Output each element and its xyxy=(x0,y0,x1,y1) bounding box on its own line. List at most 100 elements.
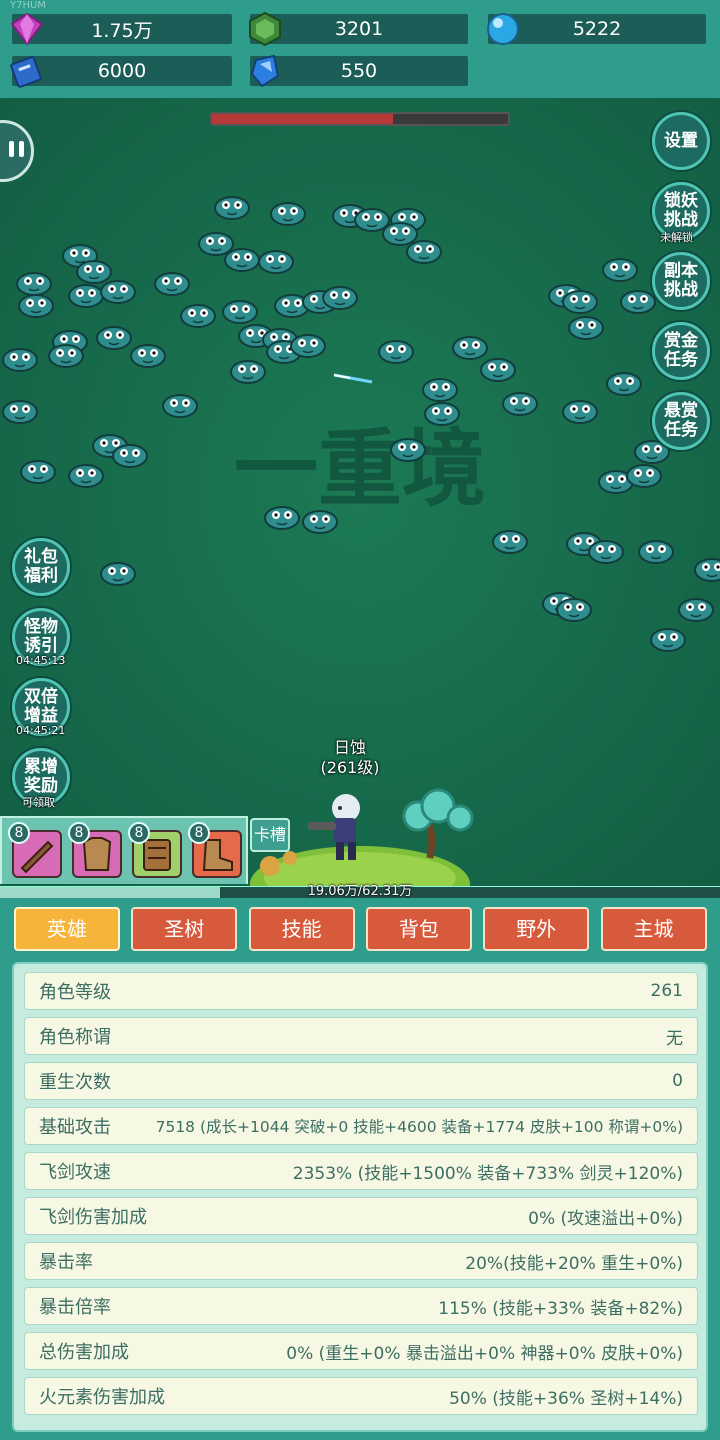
jade-counter: 3201 xyxy=(249,11,468,47)
lock-demon-label-2: 挑战 xyxy=(664,210,698,230)
settings-label: 设置 xyxy=(664,130,698,151)
lure-timer: 04:45:13 xyxy=(16,654,66,667)
tab-main-city[interactable]: 主城 xyxy=(600,907,707,951)
hero-sprite xyxy=(308,794,360,860)
slime-monster-icon xyxy=(626,464,662,488)
stat-row: 重生次数 0 xyxy=(24,1062,698,1100)
slime-monster-icon xyxy=(650,628,686,652)
stat-row: 角色等级 261 xyxy=(24,972,698,1010)
hero-nameplate: 日蚀 (261级) xyxy=(300,738,400,778)
slime-monster-icon xyxy=(290,334,326,358)
slime-monster-icon xyxy=(562,400,598,424)
stage-watermark: 一重境 xyxy=(234,419,486,518)
hero-panel: 英雄 圣树 技能 背包 野外 主城 角色等级 261 角色称谓 无重生次数 0 基础攻击 7518 (… xyxy=(0,898,720,1440)
skill-level-badge: 8 xyxy=(128,822,150,844)
book-value: 6000 xyxy=(97,60,147,82)
skill-level-badge: 8 xyxy=(8,822,30,844)
boss-health-fill xyxy=(212,114,393,124)
stats-list: 角色等级 261 角色称谓 无重生次数 0 基础攻击 7518 (成长+1044 突破+0 … xyxy=(12,962,708,1432)
slime-monster-icon xyxy=(694,558,720,582)
pause-button[interactable] xyxy=(0,120,34,182)
tab-hero[interactable]: 英雄 xyxy=(14,907,120,951)
slime-monster-icon xyxy=(162,394,198,418)
jade-value: 3201 xyxy=(334,18,384,40)
stat-value: 20%(技能+20% 重生+0%) xyxy=(465,1253,683,1274)
stat-row: 角色称谓 无 xyxy=(24,1017,698,1055)
skill-slot-3[interactable]: 8 xyxy=(128,822,182,878)
stat-value: 2353% (技能+1500% 装备+733% 剑灵+120%) xyxy=(292,1163,683,1184)
skill-level-badge: 8 xyxy=(68,822,90,844)
crystal-icon xyxy=(250,54,280,88)
stat-row: 基础攻击 7518 (成长+1044 突破+0 技能+4600 装备+1774 皮… xyxy=(24,1107,698,1145)
stat-value: 50% (技能+36% 圣树+14%) xyxy=(449,1388,683,1409)
slime-monster-icon xyxy=(20,460,56,484)
stat-label: 总伤害加成 xyxy=(39,1342,129,1363)
slime-monster-icon xyxy=(270,202,306,226)
settings-button[interactable]: 设置 xyxy=(652,112,710,170)
double-timer: 04:45:21 xyxy=(16,724,66,737)
accum-note: 可领取 xyxy=(22,796,55,809)
slime-monster-icon xyxy=(556,598,592,622)
bounty-task-button[interactable]: 赏金 任务 xyxy=(652,322,710,380)
pause-icon xyxy=(9,141,24,157)
slime-monster-icon xyxy=(18,294,54,318)
skill-tray: 8 8 8 8 xyxy=(0,816,248,884)
stat-label: 角色称谓 xyxy=(39,1027,111,1048)
crystal-value: 550 xyxy=(340,60,378,82)
dungeon-challenge-button[interactable]: 副本 挑战 xyxy=(652,252,710,310)
stat-row: 飞剑伤害加成 0% (攻速溢出+0%) xyxy=(24,1197,698,1235)
dungeon-label-2: 挑战 xyxy=(664,280,698,300)
skill-slot-4[interactable]: 8 xyxy=(188,822,242,878)
tab-wild[interactable]: 野外 xyxy=(483,907,590,951)
skill-slot-2[interactable]: 8 xyxy=(68,822,122,878)
stat-value: 0% (攻速溢出+0%) xyxy=(528,1208,683,1229)
stat-value: 261 xyxy=(650,981,683,1001)
slime-monster-icon xyxy=(130,344,166,368)
battle-field[interactable]: 一重境 设置 锁妖 挑战 未解锁 副本 挑战 赏金 任务 悬赏 任务 礼包 福利 怪物 诱引… xyxy=(0,98,720,888)
double-label-1: 双倍 xyxy=(24,687,58,707)
slime-monster-icon xyxy=(214,196,250,220)
gem-icon xyxy=(10,12,44,46)
reward-label-2: 任务 xyxy=(664,420,698,440)
stat-label: 飞剑伤害加成 xyxy=(39,1207,147,1228)
accum-label-1: 累增 xyxy=(24,757,58,777)
slime-monster-icon xyxy=(180,304,216,328)
stat-value: 7518 (成长+1044 突破+0 技能+4600 装备+1774 皮肤+10… xyxy=(155,1118,683,1136)
stat-label: 重生次数 xyxy=(39,1072,111,1093)
gift-pack-button[interactable]: 礼包 福利 xyxy=(12,538,70,596)
skill-slot-1[interactable]: 8 xyxy=(8,822,62,878)
hero-name: 日蚀 xyxy=(333,738,366,757)
slime-monster-icon xyxy=(48,344,84,368)
stat-label: 暴击率 xyxy=(39,1252,93,1273)
card-slot-button[interactable]: 卡槽 xyxy=(250,818,290,852)
slime-monster-icon xyxy=(112,444,148,468)
gift-label-2: 福利 xyxy=(24,566,58,586)
bounty-label-2: 任务 xyxy=(664,350,698,370)
slime-monster-icon xyxy=(492,530,528,554)
slime-monster-icon xyxy=(602,258,638,282)
gift-label-1: 礼包 xyxy=(24,547,58,567)
stat-row: 暴击倍率 115% (技能+33% 装备+82%) xyxy=(24,1287,698,1325)
gem-value: 1.75万 xyxy=(91,19,153,42)
stat-row: 飞剑攻速 2353% (技能+1500% 装备+733% 剑灵+120%) xyxy=(24,1152,698,1190)
tab-sacred-tree[interactable]: 圣树 xyxy=(131,907,238,951)
exp-text: 19.06万/62.31万 xyxy=(307,884,413,899)
slime-monster-icon xyxy=(588,540,624,564)
lock-demon-note: 未解锁 xyxy=(660,231,693,244)
book-counter: 6000 xyxy=(10,56,232,88)
stat-value: 0 xyxy=(672,1071,683,1091)
skill-level-badge: 8 xyxy=(188,822,210,844)
reward-task-button[interactable]: 悬赏 任务 xyxy=(652,392,710,450)
slime-monster-icon xyxy=(390,438,426,462)
orb-value: 5222 xyxy=(572,18,622,40)
stat-value: 115% (技能+33% 装备+82%) xyxy=(438,1298,683,1319)
lure-label-1: 怪物 xyxy=(24,617,58,637)
orb-counter: 5222 xyxy=(487,13,706,45)
slime-monster-icon xyxy=(2,400,38,424)
resource-bar: Y7HUM 1.75万 3201 5222 6000 550 xyxy=(0,0,720,98)
tab-skills[interactable]: 技能 xyxy=(248,907,355,951)
stat-row: 总伤害加成 0% (重生+0% 暴击溢出+0% 神器+0% 皮肤+0%) xyxy=(24,1332,698,1370)
stat-value: 无 xyxy=(666,1028,683,1049)
tab-backpack[interactable]: 背包 xyxy=(365,907,472,951)
stat-label: 基础攻击 xyxy=(39,1117,111,1138)
